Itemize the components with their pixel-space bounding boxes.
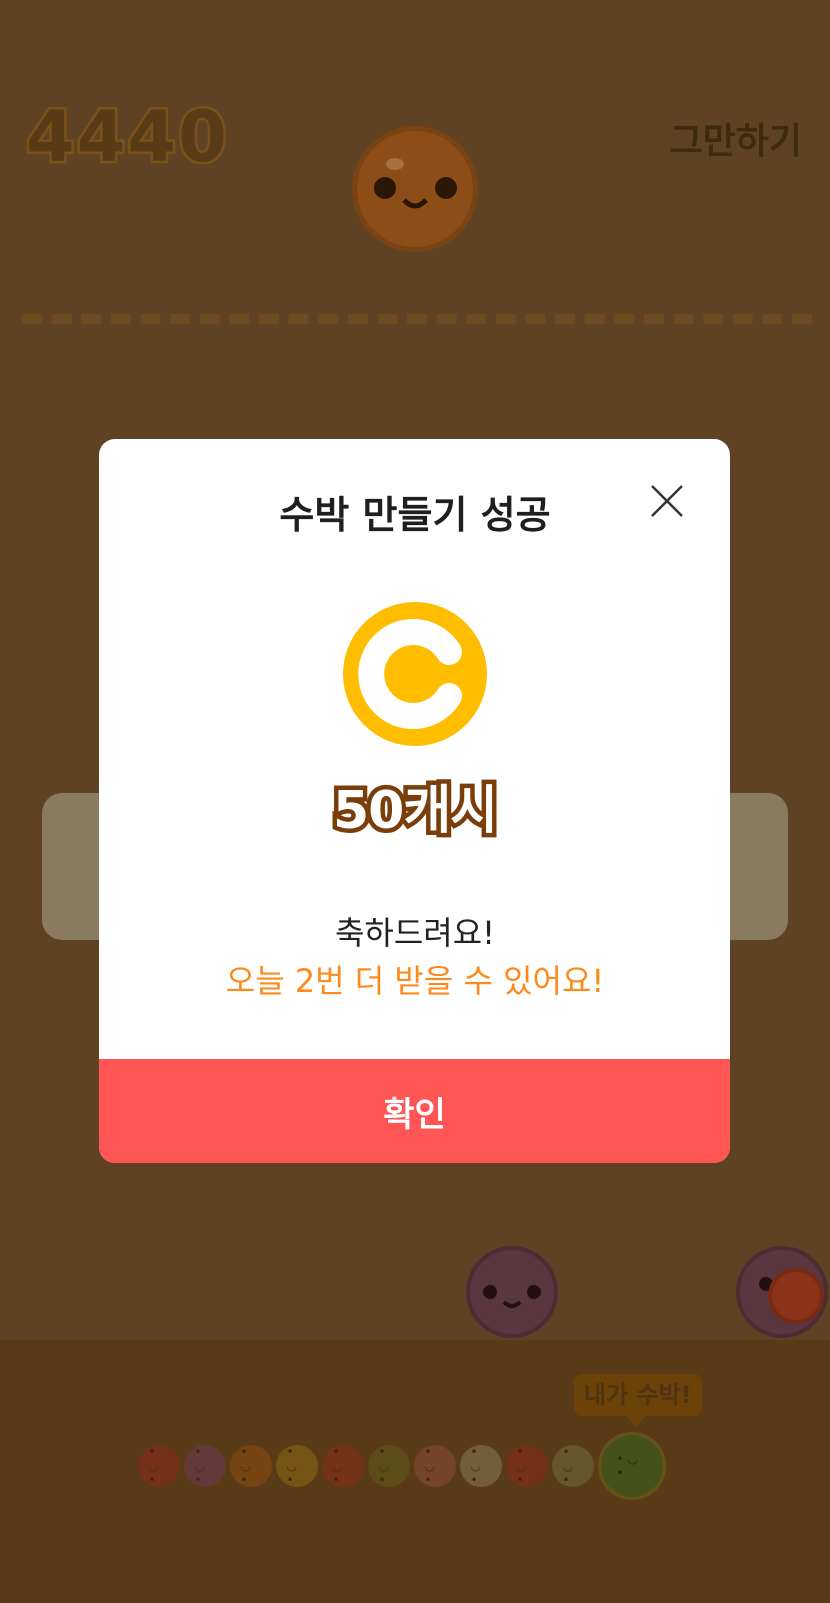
fruit-face-icon: • ◡ • (616, 1452, 638, 1480)
modal-title: 수박 만들기 성공 (279, 493, 551, 537)
chain-fruit-lemon: • ◡ • (276, 1445, 318, 1487)
watermelon-tooltip: 내가 수박! (574, 1374, 702, 1428)
congrats-text: 축하드려요! (334, 914, 496, 952)
fruit-face-icon: • ◡ • (194, 1445, 205, 1487)
chain-fruit-pear: • ◡ • (460, 1445, 502, 1487)
game-screen: 4440 그만하기 내가 수박! • ◡ • • ◡ • • ◡ • • ◡ • • ◡… (0, 0, 830, 1603)
board-fruit-grape-right (736, 1246, 828, 1338)
chain-fruit-watermelon: • ◡ • (598, 1432, 666, 1500)
fruit-face-icon: • ◡ • (562, 1445, 573, 1487)
chain-fruit-tangerine: • ◡ • (230, 1445, 272, 1487)
chain-fruit-kiwi: • ◡ • (368, 1445, 410, 1487)
fruit-face-icon: • ◡ • (332, 1445, 343, 1487)
fruit-face-icon: • ◡ • (470, 1445, 481, 1487)
fruit-face-icon: • ◡ • (378, 1445, 389, 1487)
fruit-face-icon: • ◡ • (240, 1445, 251, 1487)
chain-fruit-grape: • ◡ • (184, 1445, 226, 1487)
remaining-rewards-text: 오늘 2번 더 받을 수 있어요! (225, 962, 605, 1000)
score-counter: 4440 (24, 94, 230, 181)
fruit-face-icon: • ◡ • (286, 1445, 297, 1487)
chain-fruit-melon: • ◡ • (552, 1445, 594, 1487)
fruit-face-icon: • ◡ • (424, 1445, 435, 1487)
board-fruit-grape (466, 1246, 558, 1338)
reward-amount: 50캐시 (328, 777, 502, 846)
fruit-face-icon: • ◡ • (148, 1445, 159, 1487)
fruit-evolution-chain: • ◡ • • ◡ • • ◡ • • ◡ • • ◡ • • ◡ • • ◡ • • ◡ •… (138, 1432, 666, 1500)
chain-fruit-cherry: • ◡ • (138, 1445, 180, 1487)
close-icon[interactable] (649, 483, 685, 519)
chain-fruit-tomato: • ◡ • (322, 1445, 364, 1487)
cash-coin-icon (343, 602, 487, 746)
deadline-line (22, 314, 812, 324)
next-fruit-tangerine[interactable] (350, 124, 480, 254)
chain-fruit-peach: • ◡ • (414, 1445, 456, 1487)
fruit-face-icon: • ◡ • (516, 1445, 527, 1487)
confirm-button[interactable]: 확인 (99, 1059, 730, 1163)
chain-fruit-apple: • ◡ • (506, 1445, 548, 1487)
quit-button[interactable]: 그만하기 (670, 112, 802, 164)
